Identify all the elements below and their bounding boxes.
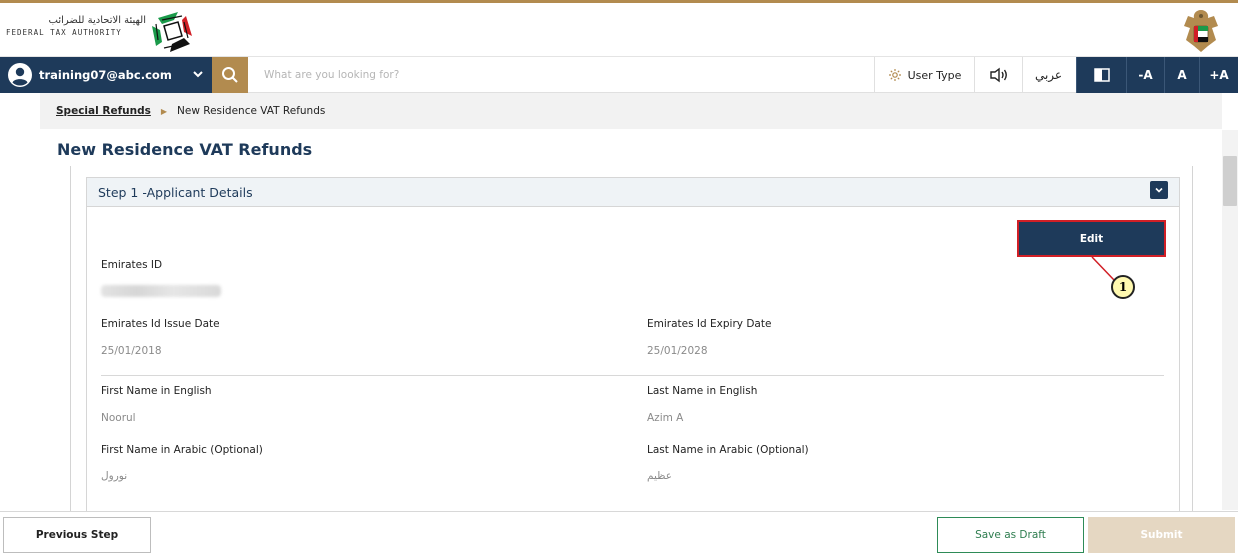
scrollbar-thumb[interactable] [1223,156,1237,206]
first-name-ar-label: First Name in Arabic (Optional) [101,444,263,456]
text-to-speech-button[interactable] [974,57,1022,93]
search-icon [222,67,238,83]
callout-number-badge: 1 [1111,275,1135,299]
breadcrumb-arrow-icon: ▶ [160,106,168,116]
uae-emblem-icon [1184,10,1218,52]
chevron-down-icon[interactable] [192,68,204,80]
breadcrumb-current: New Residence VAT Refunds [177,105,326,117]
step-1-header[interactable]: Step 1 -Applicant Details [86,177,1180,207]
search-input[interactable] [252,57,872,93]
user-type-label: User Type [907,68,962,82]
issue-date-value: 25/01/2018 [101,345,162,357]
font-normal-button[interactable]: A [1164,57,1199,93]
logo-english-text: FEDERAL TAX AUTHORITY [6,28,122,37]
step-1-body [86,207,1180,511]
breadcrumb-special-refunds[interactable]: Special Refunds [56,105,151,117]
first-name-en-value: Noorul [101,412,136,424]
previous-step-button[interactable]: Previous Step [3,517,151,553]
font-increase-button[interactable]: +A [1199,57,1238,93]
contrast-icon [1093,68,1110,82]
submit-button[interactable]: Submit [1088,517,1235,553]
speaker-icon [989,67,1007,83]
last-name-ar-label: Last Name in Arabic (Optional) [647,444,809,456]
page-title: New Residence VAT Refunds [57,140,313,159]
first-name-en-label: First Name in English [101,385,212,397]
last-name-ar-value: عظيم [647,470,673,482]
breadcrumb: Special Refunds ▶ New Residence VAT Refu… [40,93,1222,129]
user-menu[interactable]: training07@abc.com [0,57,212,93]
fta-logo-icon[interactable] [148,8,196,54]
font-decrease-button[interactable]: -A [1126,57,1164,93]
logo-arabic-text: الهيئة الاتحادية للضرائب [48,15,146,26]
form-footer: Previous Step Save as Draft Submit [0,511,1238,558]
chevron-down-icon [1155,187,1163,193]
top-navbar: training07@abc.com User Type عربي -A A [0,57,1238,93]
emirates-id-value-redacted [101,285,221,297]
language-switch-button[interactable]: عربي [1022,57,1074,93]
last-name-en-value: Azim A [647,412,684,424]
expiry-date-label: Emirates Id Expiry Date [647,318,772,330]
expiry-date-value: 25/01/2028 [647,345,708,357]
user-type-button[interactable]: User Type [874,57,974,93]
section-divider [101,375,1164,376]
last-name-en-label: Last Name in English [647,385,758,397]
search-button[interactable] [212,57,248,93]
edit-button[interactable]: Edit [1017,220,1166,257]
first-name-ar-value: نورول [101,470,128,482]
user-avatar-icon [8,63,32,87]
contrast-toggle-button[interactable] [1076,57,1126,93]
user-email: training07@abc.com [39,68,172,82]
step-title: Step 1 -Applicant Details [98,184,253,200]
gear-icon [888,69,901,81]
issue-date-label: Emirates Id Issue Date [101,318,220,330]
save-as-draft-button[interactable]: Save as Draft [937,517,1084,553]
fta-logo-text[interactable]: الهيئة الاتحادية للضرائب FEDERAL TAX AUT… [6,15,146,37]
site-header: الهيئة الاتحادية للضرائب FEDERAL TAX AUT… [0,3,1238,57]
emirates-id-label: Emirates ID [101,259,163,271]
step-collapse-toggle[interactable] [1150,181,1168,199]
